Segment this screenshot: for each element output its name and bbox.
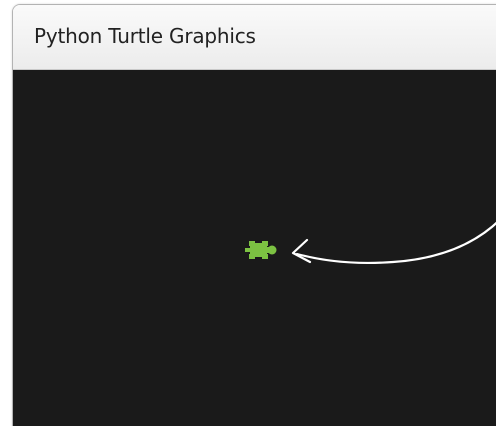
- curved-arrow-icon: [291, 221, 496, 265]
- turtle-graphics-window[interactable]: Python Turtle Graphics: [12, 4, 496, 426]
- turtle-icon: [245, 241, 277, 259]
- title-bar[interactable]: Python Turtle Graphics: [13, 5, 496, 70]
- window-title: Python Turtle Graphics: [34, 24, 256, 48]
- stage: Python Turtle Graphics: [0, 0, 496, 426]
- turtle-canvas[interactable]: [13, 70, 496, 426]
